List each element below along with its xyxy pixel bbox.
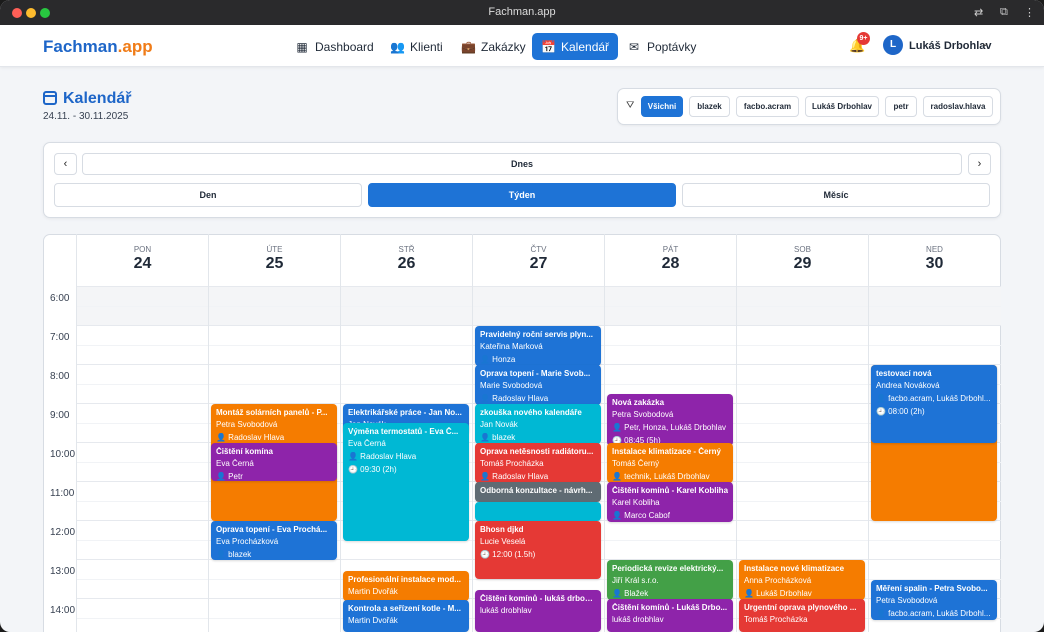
hour-line bbox=[76, 286, 1001, 287]
nav-zakazky[interactable]: 💼 Zakázky bbox=[452, 33, 535, 60]
dashboard-icon: ▦ bbox=[296, 39, 308, 54]
calendar-event[interactable]: Čištění komína Eva Černá 👤 Petr bbox=[211, 443, 337, 481]
column-divider bbox=[604, 234, 605, 632]
calendar-event[interactable]: Instalace klimatizace - Černý Tomáš Černý… bbox=[607, 443, 733, 483]
avatar[interactable]: L bbox=[883, 35, 903, 55]
users-icon: 👥 bbox=[390, 39, 405, 54]
calendar-event[interactable]: Výměna termostatů - Eva Č... Eva Černá 👤 R… bbox=[343, 423, 469, 541]
hour-label: 9:00 bbox=[50, 410, 70, 421]
calendar-event[interactable]: Bhosn djkd Lucie Veselá 🕘 12:00 (1.5h) bbox=[475, 521, 601, 579]
prev-week-button[interactable]: ‹ bbox=[54, 153, 77, 175]
day-header-wed: STŘ 26 bbox=[340, 234, 472, 286]
calendar-event[interactable]: Instalace nové klimatizace Anna Procházko… bbox=[739, 560, 865, 600]
filter-icon: ⛛ bbox=[626, 100, 635, 111]
today-button[interactable]: Dnes bbox=[82, 153, 962, 175]
view-month-button[interactable]: Měsíc bbox=[682, 183, 990, 207]
day-header-mon: PON 24 bbox=[76, 234, 208, 286]
notification-badge: 9+ bbox=[857, 32, 870, 45]
hour-label: 12:00 bbox=[50, 527, 76, 538]
calendar-event[interactable]: Čištění komínů - Karel Kobliha Karel Kobl… bbox=[607, 482, 733, 522]
calendar-event[interactable]: zkouška nového kalendáře Jan Novák 👤 blaze… bbox=[475, 404, 601, 444]
filter-chip-petr[interactable]: petr bbox=[885, 96, 917, 117]
calendar-icon: 📅 bbox=[541, 39, 556, 54]
calendar-event[interactable]: Čištění komínů - lukáš drboh... lukáš dro… bbox=[475, 590, 601, 632]
chevron-down-icon[interactable]: ⌄ bbox=[981, 38, 989, 49]
app-window: Fachman.app ⇄ ⧉ ⋮ Fachman.app ▦ Dashboar… bbox=[0, 0, 1044, 632]
hour-label: 13:00 bbox=[50, 566, 76, 577]
day-header-tue: ÚTE 25 bbox=[208, 234, 340, 286]
nav-poptavky[interactable]: ✉ Poptávky bbox=[618, 33, 705, 60]
calendar-event[interactable]: Kontrola a seřízení kotle - M... Martin D… bbox=[343, 600, 469, 632]
nav-kalendar[interactable]: 📅 Kalendář bbox=[532, 33, 619, 60]
view-day-button[interactable]: Den bbox=[54, 183, 362, 207]
day-header-sat: SOB 29 bbox=[736, 234, 868, 286]
nav-dashboard[interactable]: ▦ Dashboard bbox=[286, 33, 383, 60]
column-divider bbox=[736, 234, 737, 632]
column-divider bbox=[208, 234, 209, 632]
nav-klienti[interactable]: 👥 Klienti bbox=[381, 33, 452, 60]
half-hour-line bbox=[76, 306, 1001, 307]
extensions-icon[interactable]: ⧉ bbox=[1000, 6, 1008, 19]
calendar-event[interactable]: Periodická revize elektrický... Jiří Král… bbox=[607, 560, 733, 600]
date-range: 24.11. - 30.11.2025 bbox=[43, 111, 129, 122]
calendar-event[interactable]: Oprava topení - Marie Svob... Marie Svobo… bbox=[475, 365, 601, 405]
column-divider bbox=[868, 234, 869, 632]
calendar-event[interactable]: Oprava netěsnosti radiátoru... Tomáš Proc… bbox=[475, 443, 601, 483]
filter-chip-lukas[interactable]: Lukáš Drbohlav bbox=[805, 96, 879, 117]
filter-chip-all[interactable]: Všichni bbox=[641, 96, 683, 117]
calendar-event[interactable]: Urgentní oprava plynového ... Tomáš Proch… bbox=[739, 599, 865, 632]
filter-chip-radoslav[interactable]: radoslav.hlava bbox=[923, 96, 993, 117]
filter-chip-blazek[interactable]: blazek bbox=[689, 96, 730, 117]
hour-label: 14:00 bbox=[50, 605, 76, 616]
calendar-event[interactable]: Profesionální instalace mod... Martin Dvo… bbox=[343, 571, 469, 601]
page-title: Kalendář bbox=[63, 90, 132, 107]
hour-label: 6:00 bbox=[50, 293, 70, 304]
calendar-event[interactable]: Nová zakázka Petra Svobodová 👤 Petr, Honza… bbox=[607, 394, 733, 446]
user-name[interactable]: Lukáš Drbohlav bbox=[909, 40, 992, 52]
calendar-event[interactable]: Měření spalin - Petra Svobo... Petra Svob… bbox=[871, 580, 997, 620]
inbox-icon: ✉ bbox=[628, 39, 640, 54]
column-divider bbox=[76, 234, 77, 632]
calendar-event-overflow[interactable] bbox=[475, 502, 601, 521]
day-header-fri: PÁT 28 bbox=[604, 234, 736, 286]
calendar-event[interactable]: Oprava topení - Eva Prochá... Eva Procház… bbox=[211, 521, 337, 560]
column-divider bbox=[472, 234, 473, 632]
hour-label: 10:00 bbox=[50, 449, 76, 460]
calendar-event[interactable]: Pravidelný roční servis plyn... Kateřina … bbox=[475, 326, 601, 366]
view-week-button[interactable]: Týden bbox=[368, 183, 676, 207]
translate-icon[interactable]: ⇄ bbox=[974, 6, 983, 19]
day-header-sun: NED 30 bbox=[868, 234, 1000, 286]
app-logo[interactable]: Fachman.app bbox=[43, 37, 153, 57]
day-header-thu: ČTV 27 bbox=[472, 234, 604, 286]
column-divider bbox=[340, 234, 341, 632]
hour-label: 11:00 bbox=[50, 488, 75, 499]
calendar-event[interactable]: testovací nová Andrea Nováková 👤 facbo.acr… bbox=[871, 365, 997, 443]
filter-chip-facbo[interactable]: facbo.acram bbox=[736, 96, 799, 117]
next-week-button[interactable]: › bbox=[968, 153, 991, 175]
calendar-event[interactable]: Odborná konzultace - návrh... bbox=[475, 482, 601, 502]
more-icon[interactable]: ⋮ bbox=[1024, 6, 1035, 19]
briefcase-icon: 💼 bbox=[461, 39, 476, 54]
window-titlebar: Fachman.app ⇄ ⧉ ⋮ bbox=[0, 0, 1044, 25]
calendar-title-icon bbox=[43, 91, 57, 105]
hour-label: 7:00 bbox=[50, 332, 70, 343]
window-title: Fachman.app bbox=[488, 6, 556, 18]
hour-label: 8:00 bbox=[50, 371, 70, 382]
calendar-event[interactable]: Čištění komínů - Lukáš Drbo... lukáš drob… bbox=[607, 599, 733, 632]
